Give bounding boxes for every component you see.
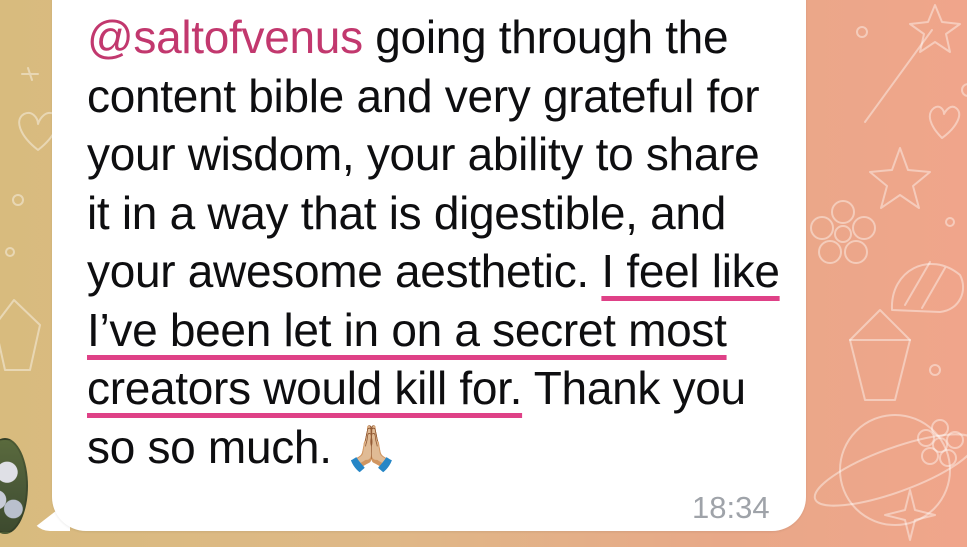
message-text: @saltofvenus going through the content b…	[87, 8, 787, 478]
star-icon	[869, 147, 931, 209]
seashell-icon	[890, 261, 965, 313]
folded-hands-emoji-icon: 🙏🏼	[344, 423, 399, 473]
planet-icon	[813, 414, 967, 526]
star-icon	[21, 67, 39, 81]
magic-wand-icon	[864, 4, 961, 123]
crystal-icon	[849, 309, 911, 401]
message-timestamp: 18:34	[692, 490, 770, 525]
crystal-icon	[0, 299, 41, 371]
flower-icon	[917, 419, 964, 467]
flower-icon	[810, 200, 876, 264]
heart-icon	[928, 105, 961, 139]
user-mention[interactable]: @saltofvenus	[87, 11, 363, 63]
